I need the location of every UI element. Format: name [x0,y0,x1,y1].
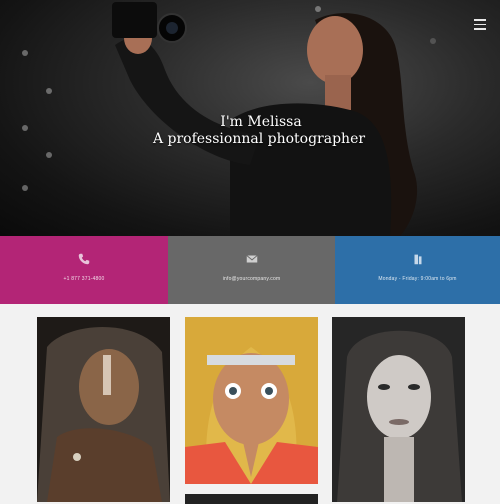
business-hours: Monday - Friday: 9:00am to 6pm [378,276,457,282]
phone-number[interactable]: +1 877 371-4800 [64,276,105,282]
hero-greeting: I'm Melissa [220,114,302,130]
gallery-photo-girl[interactable] [185,317,318,484]
gallery-photo-partial[interactable] [185,494,318,504]
portfolio-gallery [0,304,500,504]
contact-strip: +1 877 371-4800 info@yourcompany.com Mon… [0,236,500,304]
girl-headdress-portrait-image [185,317,318,484]
hero-banner: I'm Melissa A professionnal photographer [0,0,500,236]
gallery-photo-freckled[interactable] [332,317,465,502]
hamburger-icon[interactable] [474,19,486,30]
gallery-photo-elder[interactable] [37,317,170,502]
elder-portrait-image [37,317,170,502]
hero-tagline: A professionnal photographer [152,131,366,147]
page: I'm Melissa A professionnal photographer… [0,0,500,504]
envelope-icon [245,255,258,263]
contact-email-box: info@yourcompany.com [168,236,335,304]
freckled-woman-portrait-image [332,317,465,502]
phone-icon [78,253,90,265]
building-icon [414,254,421,265]
contact-hours-box: Monday - Friday: 9:00am to 6pm [335,236,500,304]
email-address[interactable]: info@yourcompany.com [223,276,281,282]
hero-heading: I'm Melissa A professionnal photographer [0,114,500,148]
contact-phone-box: +1 877 371-4800 [0,236,168,304]
